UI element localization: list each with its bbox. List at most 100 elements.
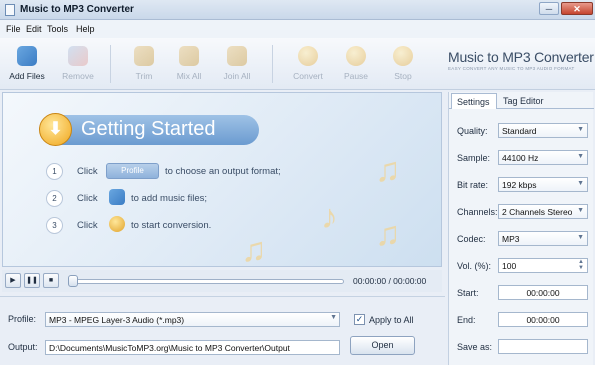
add-files-button[interactable]: Add Files bbox=[5, 41, 49, 87]
profile-chip: Profile bbox=[106, 163, 159, 179]
volume-value: 100 bbox=[502, 261, 517, 271]
play-button[interactable]: ▶ bbox=[5, 273, 21, 288]
seek-bar[interactable] bbox=[72, 279, 344, 284]
chevron-down-icon: ▼ bbox=[577, 207, 584, 214]
step-text: to add music files; bbox=[131, 193, 208, 204]
bitrate-label: Bit rate: bbox=[457, 180, 489, 190]
chevron-down-icon: ▼ bbox=[577, 234, 584, 241]
quality-select[interactable]: Standard ▼ bbox=[498, 123, 588, 138]
time-readout: 00:00:00 / 00:00:00 bbox=[353, 276, 427, 286]
profile-select[interactable]: MP3 - MPEG Layer-3 Audio (*.mp3) ▼ bbox=[45, 312, 340, 327]
output-path-field[interactable]: D:\Documents\MusicToMP3.org\Music to MP3… bbox=[45, 340, 340, 355]
pause-button[interactable]: Pause bbox=[334, 41, 378, 87]
step-text: Click bbox=[77, 166, 98, 177]
add-files-icon bbox=[17, 46, 37, 66]
codec-select[interactable]: MP3 ▼ bbox=[498, 231, 588, 246]
apply-all-checkbox[interactable]: ✓ bbox=[354, 314, 365, 325]
bitrate-select[interactable]: 192 kbps ▼ bbox=[498, 177, 588, 192]
music-note-icon: ♫ bbox=[241, 231, 267, 267]
join-all-button[interactable]: Join All bbox=[215, 41, 259, 87]
convert-label: Convert bbox=[293, 71, 323, 81]
volume-label: Vol. (%): bbox=[457, 261, 492, 271]
stop-icon bbox=[393, 46, 413, 66]
sample-label: Sample: bbox=[457, 153, 491, 163]
stop-button[interactable]: ■ bbox=[43, 273, 59, 288]
remove-label: Remove bbox=[62, 71, 94, 81]
start-time-field[interactable]: 00:00:00 bbox=[498, 285, 588, 300]
getting-started-panel: ⬇ Getting Started 1 Click Profile to cho… bbox=[2, 92, 442, 267]
end-time-field[interactable]: 00:00:00 bbox=[498, 312, 588, 327]
open-button[interactable]: Open bbox=[350, 336, 415, 355]
chevron-down-icon: ▼ bbox=[577, 180, 584, 187]
app-icon bbox=[5, 4, 15, 16]
stop-label: Stop bbox=[394, 71, 412, 81]
stepper-arrows-icon[interactable]: ▲ ▼ bbox=[578, 259, 584, 271]
quality-label: Quality: bbox=[457, 126, 488, 136]
tab-tag-editor[interactable]: Tag Editor bbox=[498, 93, 556, 109]
pause-icon bbox=[346, 46, 366, 66]
mix-all-button[interactable]: Mix All bbox=[167, 41, 211, 87]
trim-icon bbox=[134, 46, 154, 66]
add-files-label: Add Files bbox=[9, 71, 45, 81]
channels-value: 2 Channels Stereo bbox=[502, 207, 573, 217]
step-text: to choose an output format; bbox=[165, 166, 281, 177]
step-number: 2 bbox=[46, 190, 63, 207]
menu-tools[interactable]: Tools bbox=[47, 24, 68, 34]
trim-button[interactable]: Trim bbox=[122, 41, 166, 87]
output-path-value: D:\Documents\MusicToMP3.org\Music to MP3… bbox=[49, 343, 290, 353]
menu-file[interactable]: File bbox=[6, 24, 21, 34]
channels-select[interactable]: 2 Channels Stereo ▼ bbox=[498, 204, 588, 219]
step-text: Click bbox=[77, 220, 98, 231]
chevron-down-icon: ▼ bbox=[330, 314, 337, 321]
remove-icon bbox=[68, 46, 88, 66]
menu-bar: File Edit Tools Help bbox=[0, 20, 595, 38]
save-as-field[interactable] bbox=[498, 339, 588, 354]
window-title: Music to MP3 Converter bbox=[20, 4, 134, 15]
close-button[interactable]: ✕ bbox=[561, 2, 593, 15]
sample-select[interactable]: 44100 Hz ▼ bbox=[498, 150, 588, 165]
quality-value: Standard bbox=[502, 126, 537, 136]
join-all-icon bbox=[227, 46, 247, 66]
step-number: 3 bbox=[46, 217, 63, 234]
output-settings: Profile: MP3 - MPEG Layer-3 Audio (*.mp3… bbox=[0, 296, 445, 365]
convert-button[interactable]: Convert bbox=[286, 41, 330, 87]
menu-help[interactable]: Help bbox=[76, 24, 95, 34]
chevron-down-icon: ▼ bbox=[577, 126, 584, 133]
seek-handle[interactable] bbox=[68, 275, 78, 287]
profile-value: MP3 - MPEG Layer-3 Audio (*.mp3) bbox=[49, 315, 185, 325]
bitrate-value: 192 kbps bbox=[502, 180, 537, 190]
pause-button[interactable]: ❚❚ bbox=[24, 273, 40, 288]
menu-edit[interactable]: Edit bbox=[26, 24, 42, 34]
start-label: Start: bbox=[457, 288, 479, 298]
apply-all-label: Apply to All bbox=[369, 315, 414, 325]
minimize-button[interactable]: ─ bbox=[539, 2, 559, 15]
toolbar: Add Files Remove Trim Mix All Join All C… bbox=[0, 38, 595, 90]
player-controls: ▶ ❚❚ ■ 00:00:00 / 00:00:00 bbox=[2, 270, 442, 292]
end-label: End: bbox=[457, 315, 476, 325]
join-all-label: Join All bbox=[223, 71, 251, 81]
brand-logo: Music to MP3 Converter bbox=[448, 49, 594, 65]
download-arrow-icon: ⬇ bbox=[39, 113, 72, 146]
step-text: to start conversion. bbox=[131, 220, 212, 231]
save-as-label: Save as: bbox=[457, 342, 493, 352]
chevron-down-icon: ▼ bbox=[577, 153, 584, 160]
tab-settings[interactable]: Settings bbox=[451, 93, 497, 109]
title-bar: Music to MP3 Converter ─ ✕ bbox=[0, 0, 595, 20]
pause-label: Pause bbox=[343, 71, 369, 81]
trim-label: Trim bbox=[135, 71, 153, 81]
stop-button[interactable]: Stop bbox=[381, 41, 425, 87]
add-files-icon bbox=[109, 189, 125, 205]
music-note-icon: ♫ bbox=[375, 215, 401, 253]
brand-tagline: EASY CONVERT ANY MUSIC TO MP3 AUDIO FORM… bbox=[448, 66, 575, 71]
codec-label: Codec: bbox=[457, 234, 486, 244]
music-note-icon: ♫ bbox=[375, 151, 401, 189]
toolbar-divider bbox=[272, 45, 273, 83]
volume-stepper[interactable]: 100 ▲ ▼ bbox=[498, 258, 588, 273]
convert-icon bbox=[298, 46, 318, 66]
mix-all-icon bbox=[179, 46, 199, 66]
remove-button[interactable]: Remove bbox=[56, 41, 100, 87]
step-number: 1 bbox=[46, 163, 63, 180]
mix-all-label: Mix All bbox=[176, 71, 202, 81]
step-text: Click bbox=[77, 193, 98, 204]
codec-value: MP3 bbox=[502, 234, 520, 244]
